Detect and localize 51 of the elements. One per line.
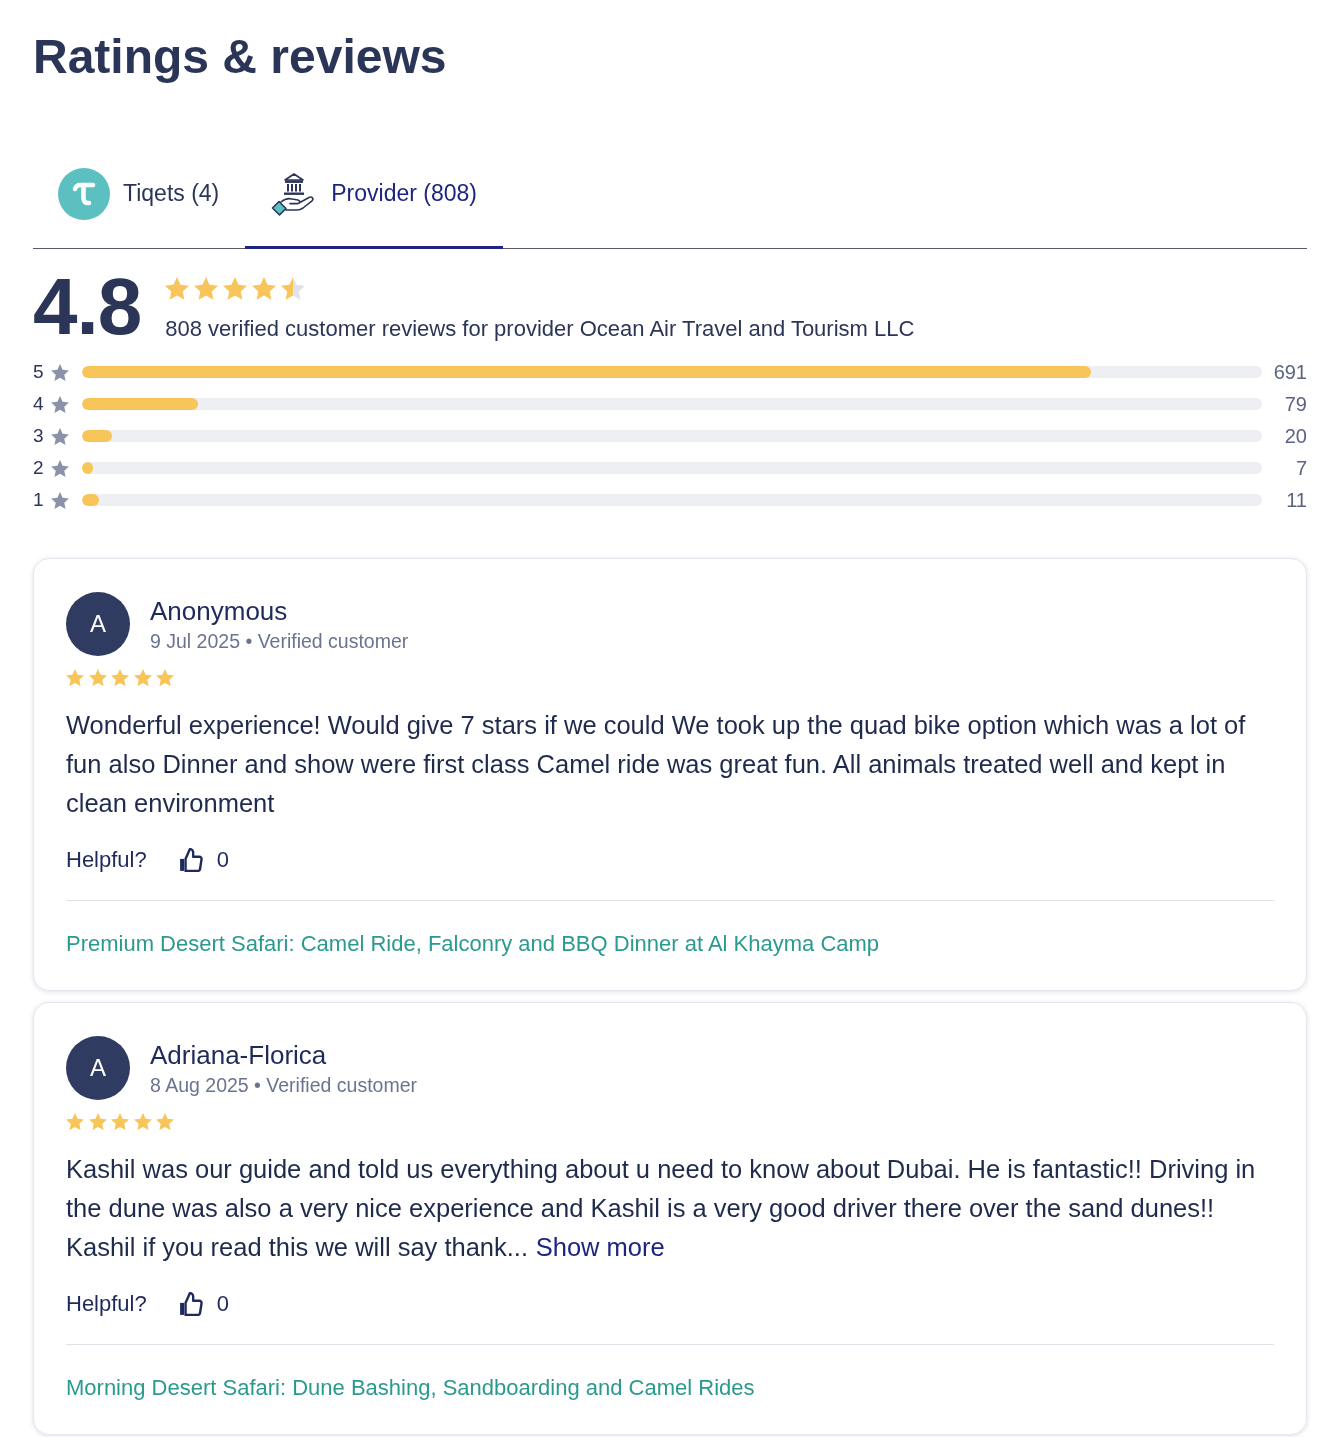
star-icon <box>252 277 277 300</box>
rating-label: 4 <box>33 393 45 415</box>
rating-count: 691 <box>1272 360 1307 384</box>
star-icon <box>51 395 69 413</box>
star-icon <box>165 277 190 300</box>
star-icon <box>66 669 84 687</box>
star-icon <box>194 277 219 300</box>
average-rating: 4.8 <box>33 267 142 347</box>
star-icon <box>66 1113 84 1131</box>
rating-label: 1 <box>33 489 45 511</box>
star-icon <box>88 1113 107 1131</box>
star-icon <box>51 459 69 477</box>
star-icon <box>156 1113 174 1131</box>
reviewer-name: Anonymous <box>150 595 289 626</box>
star-icon <box>133 669 152 687</box>
star-icon <box>51 427 69 445</box>
star-icon <box>133 1113 152 1131</box>
star-icon <box>223 277 248 300</box>
rating-label: 2 <box>33 457 45 479</box>
star-icon <box>51 363 69 381</box>
review-date: 9 Jul 2025 • Verified customer <box>150 628 409 653</box>
thumbs-up-icon <box>178 1292 203 1317</box>
star-icon <box>51 491 69 509</box>
helpful-label: Helpful? <box>66 1291 147 1318</box>
review-text: Wonderful experience! Would give 7 stars if we could We took up the quad bike option which was a lot of fun also Dinner and show were first class Camel ride was great fun. All animals treated well and kept in clean environment <box>66 710 1247 820</box>
review-date: 8 Aug 2025 • Verified customer <box>150 1072 417 1097</box>
star-icon <box>111 1113 129 1131</box>
rating-count: 20 <box>1283 424 1307 448</box>
page-title: Ratings & reviews <box>33 29 448 85</box>
review-text: Kashil was our guide and told us everything about u need to know about Dubai. He is fantastic!! Driving in the dune was also a very nice experience and Kashil is a very good driver there over the sand dunes!! Kashil if you read this we will say thank... Show more <box>66 1154 1257 1264</box>
rating-count: 79 <box>1283 392 1307 416</box>
rating-label: 3 <box>33 425 45 447</box>
reviews-summary-text: 808 verified customer reviews for provider Ocean Air Travel and Tourism LLC <box>165 315 915 342</box>
star-icon <box>156 669 174 687</box>
star-icon <box>88 669 107 687</box>
reviewer-name: Adriana-Florica <box>150 1039 328 1070</box>
helpful-button[interactable]: 0 <box>178 847 229 874</box>
rating-count: 11 <box>1285 488 1307 512</box>
star-icon <box>111 669 129 687</box>
rating-label: 5 <box>33 361 45 383</box>
thumbs-up-icon <box>178 848 203 873</box>
rating-count: 7 <box>1294 456 1307 480</box>
avatar: A <box>66 1036 130 1101</box>
helpful-label: Helpful? <box>66 847 147 874</box>
tab[interactable]: Provider (808) <box>245 141 503 249</box>
show-more-link[interactable]: Show more <box>535 1233 665 1262</box>
helpful-button[interactable]: 0 <box>178 1291 229 1318</box>
half-star-icon <box>281 277 306 300</box>
avatar: A <box>66 592 130 656</box>
tab[interactable]: Tiqets (4) <box>33 141 246 249</box>
logo-icon <box>58 167 110 220</box>
